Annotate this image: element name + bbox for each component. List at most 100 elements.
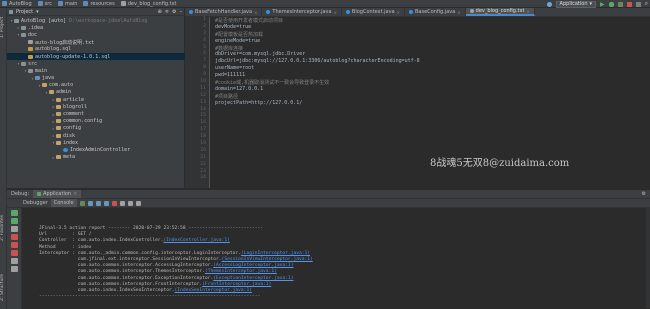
evaluate-icon[interactable] bbox=[127, 200, 133, 206]
code-line[interactable] bbox=[215, 169, 645, 176]
editor-tab[interactable]: dev_blog_config.txt × bbox=[465, 8, 535, 16]
locate-icon[interactable]: ⊕ bbox=[158, 9, 162, 15]
search-icon[interactable]: ⌕ bbox=[645, 0, 648, 8]
code-line[interactable]: jdbcUrl=jdbc:mysql://127.0.0.1:3306/auto… bbox=[215, 58, 645, 65]
source-link[interactable]: (ThemesInterceptor.java:1) bbox=[205, 269, 277, 274]
settings-icon[interactable] bbox=[11, 266, 18, 272]
run-config-select[interactable]: Application ▾ bbox=[555, 0, 596, 8]
editor-tab[interactable]: ThemesInterceptor.java × bbox=[262, 8, 342, 16]
tree-item[interactable]: ▾ admin bbox=[7, 89, 185, 96]
rerun-icon[interactable] bbox=[11, 210, 18, 216]
close-icon[interactable]: × bbox=[397, 10, 400, 15]
tree-item[interactable]: ▾ doc bbox=[7, 31, 185, 38]
step-over-icon[interactable] bbox=[79, 200, 85, 206]
chevron-down-icon[interactable]: ▾ bbox=[36, 9, 39, 15]
tree-item[interactable]: ▸ config bbox=[7, 125, 185, 132]
gear-icon[interactable]: ⚙ bbox=[642, 191, 646, 197]
tree-item[interactable]: ▾ java bbox=[7, 75, 185, 82]
code-line[interactable] bbox=[215, 175, 645, 182]
code-line[interactable] bbox=[215, 120, 645, 127]
tree-item[interactable]: ▸ comment bbox=[7, 110, 185, 117]
code-line[interactable] bbox=[215, 127, 645, 134]
hide-icon[interactable]: – bbox=[180, 9, 183, 15]
code-line[interactable]: userName=root bbox=[215, 65, 645, 72]
close-icon[interactable]: × bbox=[73, 191, 77, 197]
close-icon[interactable]: × bbox=[254, 10, 257, 15]
tree-item[interactable]: ▾ AutoBlog [auto] D:\workspace-jdee\AutoBl… bbox=[7, 17, 185, 24]
code-line[interactable]: #数据库连接 bbox=[215, 45, 645, 52]
run-to-cursor-icon[interactable] bbox=[119, 200, 125, 206]
tab-debugger[interactable]: Debugger bbox=[23, 200, 48, 206]
close-icon[interactable]: × bbox=[334, 10, 337, 15]
editor-tab[interactable]: BaseConfig.java × bbox=[405, 8, 466, 16]
code-line[interactable]: pwd=111111 bbox=[215, 72, 645, 79]
stop-icon[interactable] bbox=[11, 234, 18, 240]
code-line[interactable] bbox=[215, 113, 645, 120]
tree-item[interactable]: autoblog.sql bbox=[7, 46, 185, 53]
run-icon[interactable]: ▶ bbox=[600, 1, 605, 8]
tree-item[interactable]: ▾ index bbox=[7, 139, 185, 146]
code-line[interactable]: #是否使用开发者模式启动项目 bbox=[215, 17, 645, 24]
source-link[interactable]: (FrontInterceptor.java:1) bbox=[202, 282, 271, 287]
editor-tab[interactable]: BlogContext.java × bbox=[342, 8, 405, 16]
hammer-icon[interactable] bbox=[546, 1, 552, 7]
code-line[interactable]: domain=127.0.0.1 bbox=[215, 86, 645, 93]
source-link[interactable]: (AccessLogInterceptor.java:1) bbox=[213, 263, 293, 268]
structure-icon[interactable] bbox=[635, 1, 641, 7]
breadcrumb-project[interactable]: AutoBlog bbox=[2, 1, 32, 7]
stop-icon[interactable] bbox=[626, 1, 632, 7]
collapse-icon[interactable]: ≑ bbox=[165, 9, 169, 15]
console-scrollbar[interactable] bbox=[646, 208, 650, 308]
breadcrumb-resources[interactable]: resources bbox=[83, 1, 115, 7]
source-link[interactable]: (LoginInterceptor.java:1) bbox=[241, 251, 310, 256]
resume-icon[interactable] bbox=[11, 218, 18, 224]
tree-item[interactable]: auto-blog启动说明.txt bbox=[7, 39, 185, 46]
tree-item[interactable]: ▾ main bbox=[7, 67, 185, 74]
source-link[interactable]: (SessionInViewInterceptor.java:1) bbox=[222, 257, 313, 262]
tree-item[interactable]: ▸ blogroll bbox=[7, 103, 185, 110]
code-line[interactable]: dbDriver=com.mysql.jdbc.Driver bbox=[215, 51, 645, 58]
tab-application[interactable]: Application × bbox=[33, 190, 82, 198]
tree-item[interactable]: autoblog-update-1.0.1.sql bbox=[7, 52, 185, 61]
code-line[interactable]: projectPath=http://127.0.0.1/ bbox=[215, 100, 645, 107]
code-line[interactable]: engineMode=true bbox=[215, 38, 645, 45]
breadcrumb-src[interactable]: src bbox=[37, 1, 52, 7]
source-link[interactable]: (IndexSeoInterceptor.java:1) bbox=[175, 288, 252, 293]
tree-item[interactable]: ▸ .idea bbox=[7, 24, 185, 31]
editor-tab[interactable]: BaseFetchHandler.java × bbox=[185, 8, 263, 16]
breadcrumb-main[interactable]: main bbox=[57, 1, 77, 7]
tree-item[interactable]: ▾ com.auto bbox=[7, 82, 185, 89]
pause-icon[interactable] bbox=[11, 226, 18, 232]
code-line[interactable]: #项目路径 bbox=[215, 93, 645, 100]
table-view-icon[interactable] bbox=[135, 200, 141, 206]
tree-item[interactable]: IndexAdminController bbox=[7, 146, 185, 153]
force-step-into-icon[interactable] bbox=[95, 200, 101, 206]
step-into-icon[interactable] bbox=[87, 200, 93, 206]
code-line[interactable]: #配置模板是否热加载 bbox=[215, 31, 645, 38]
step-out-icon[interactable] bbox=[103, 200, 109, 206]
code-line[interactable] bbox=[215, 107, 645, 114]
code-line[interactable] bbox=[215, 141, 645, 148]
drop-frame-icon[interactable] bbox=[111, 200, 117, 206]
mute-breakpoints-icon[interactable] bbox=[11, 250, 18, 256]
source-link[interactable]: (IndexController.java:1) bbox=[163, 238, 229, 243]
console-output[interactable]: JFinal-3.5 action report -------- 2020-0… bbox=[39, 226, 639, 300]
close-icon[interactable]: × bbox=[526, 9, 529, 14]
tree-item[interactable]: ▸ article bbox=[7, 96, 185, 103]
code-line[interactable]: #cookie域,机器取消测试不一致会导致登录不生效 bbox=[215, 79, 645, 86]
tree-item[interactable]: ▸ meta bbox=[7, 154, 185, 161]
code-line[interactable]: devMode=true bbox=[215, 24, 645, 31]
tool-tab-project[interactable]: 1: Project bbox=[0, 12, 7, 42]
debug-icon[interactable] bbox=[608, 1, 614, 7]
tab-console[interactable]: Console bbox=[50, 199, 77, 207]
project-view-select[interactable]: Project bbox=[16, 9, 33, 15]
close-icon[interactable]: × bbox=[457, 10, 460, 15]
gear-icon[interactable]: ⚙ bbox=[172, 9, 176, 15]
tree-item[interactable]: ▾ src bbox=[7, 60, 185, 67]
tree-item[interactable]: ▸ common.config bbox=[7, 118, 185, 125]
breakpoints-icon[interactable] bbox=[11, 242, 18, 248]
tool-tab-structure[interactable]: Z: Structure bbox=[0, 268, 7, 308]
coverage-icon[interactable] bbox=[617, 1, 623, 7]
tool-tab-favorites[interactable]: 2: Favorites bbox=[0, 208, 7, 248]
breadcrumb-file[interactable]: dev_blog_config.txt bbox=[120, 1, 177, 7]
